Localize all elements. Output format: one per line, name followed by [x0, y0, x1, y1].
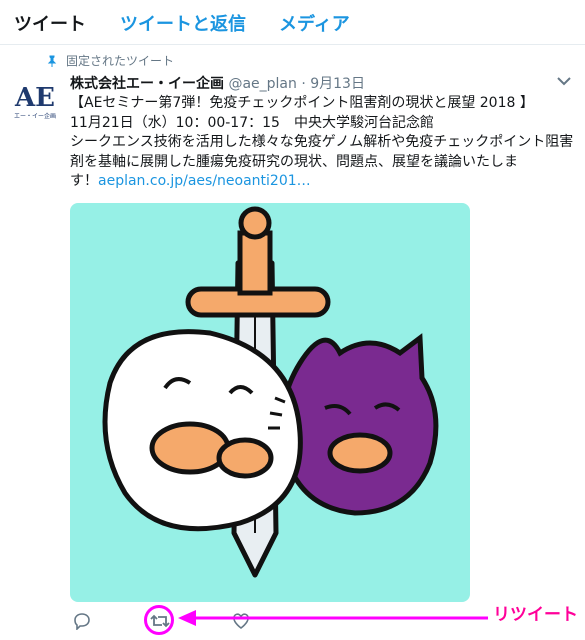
author-name[interactable]: 株式会社エー・イー企画 — [70, 76, 224, 92]
tweet-link[interactable]: aeplan.co.jp/aes/neoanti201… — [98, 173, 311, 189]
pinned-indicator: 固定されたツイート — [46, 52, 174, 69]
reply-icon[interactable] — [73, 612, 91, 630]
tweet-media-image[interactable] — [70, 203, 470, 602]
retweet-highlight-circle — [144, 605, 174, 635]
annotation-label: リツイート — [493, 605, 578, 625]
tweet-line-3: シークエンス技術を活用した様々な免疫ゲノム解析や免疫チェックポイント阻害 — [70, 134, 574, 150]
tweet-line-4: 剤を基軸に展開した腫瘍免疫研究の現状、問題点、展望を議論いたしま — [70, 153, 518, 170]
pinned-label: 固定されたツイート — [66, 54, 175, 68]
tweet-line-5: す！aeplan.co.jp/aes/neoanti201… — [70, 172, 575, 192]
annotation-arrow — [178, 610, 488, 626]
tweet-line-1: 【AEセミナー第7弾！免疫チェックポイント阻害剤の現状と展望 2018 】 — [70, 95, 534, 111]
tweet-text: 【AEセミナー第7弾！免疫チェックポイント阻害剤の現状と展望 2018 】 11… — [70, 94, 575, 192]
svg-text:AE: AE — [14, 83, 55, 113]
tweet-line-5-text: す！ — [70, 173, 98, 189]
tweet-date[interactable]: 9月13日 — [310, 76, 365, 92]
tweet-header: 株式会社エー・イー企画 @ae_plan · 9月13日 — [70, 73, 365, 93]
tweet-line-2: 11月21日（水）10：00-17：15 中央大学駿河台記念館 — [70, 114, 434, 131]
avatar[interactable]: AE エー・イー企画 — [14, 78, 56, 120]
tab-media[interactable]: メディア — [279, 10, 350, 36]
tab-tweets[interactable]: ツイート — [14, 10, 86, 36]
author-handle[interactable]: @ae_plan — [228, 76, 296, 92]
tab-tweets-replies[interactable]: ツイートと返信 — [120, 10, 246, 36]
pin-icon — [47, 55, 57, 67]
avatar-caption: エー・イー企画 — [14, 112, 56, 120]
meta-separator: · — [301, 76, 306, 92]
chevron-down-icon[interactable] — [557, 76, 571, 86]
profile-tabs: ツイート ツイートと返信 メディア — [0, 0, 585, 45]
